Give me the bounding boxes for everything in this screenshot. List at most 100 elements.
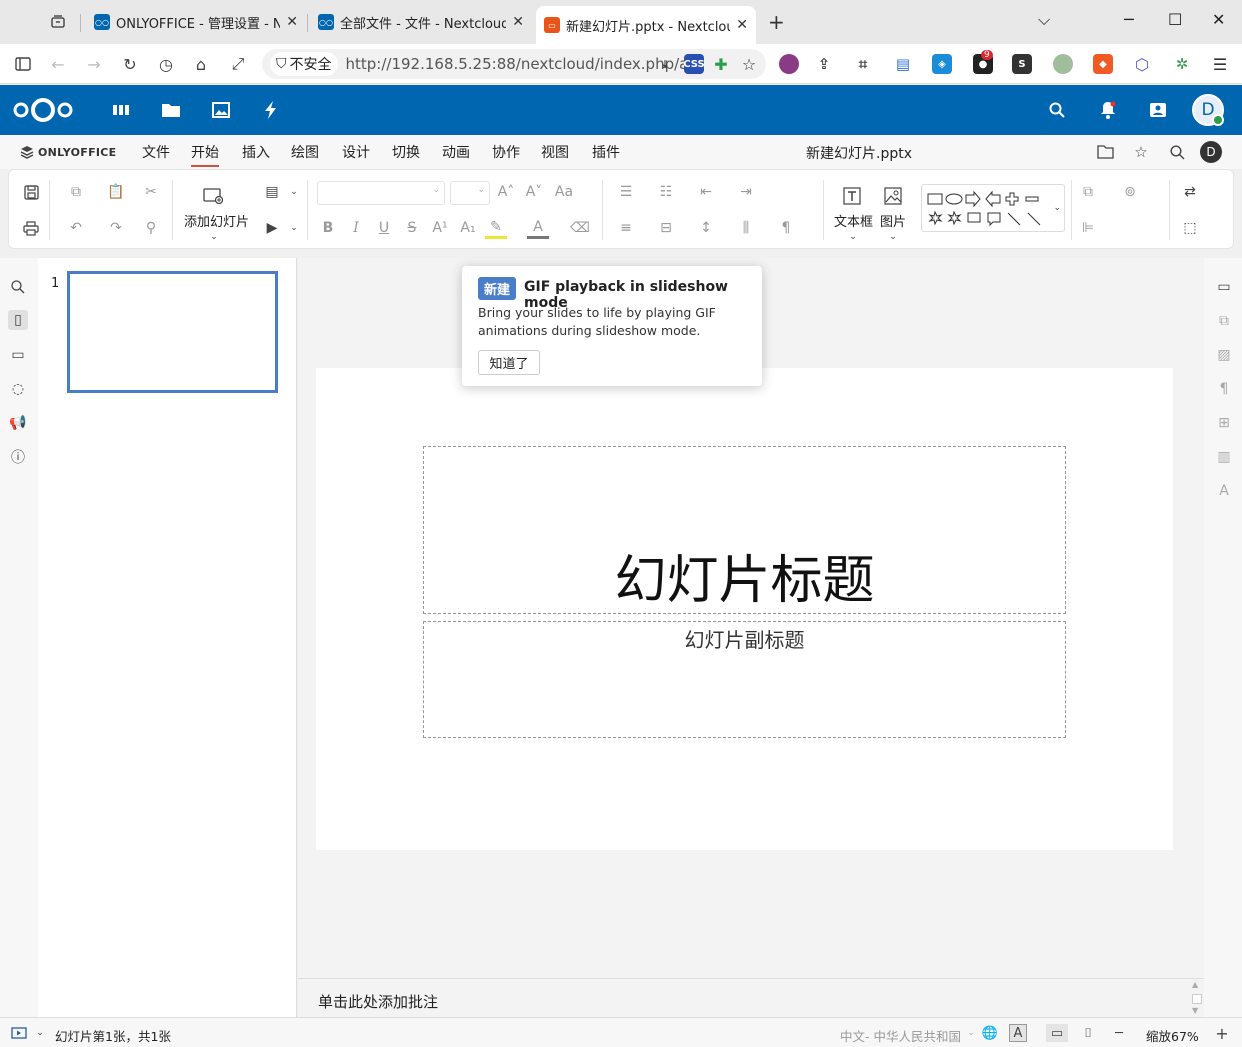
fit-slide-icon[interactable]: ▭ [1046, 1024, 1068, 1042]
about-icon[interactable]: ⓘ [8, 447, 28, 467]
subscript-icon[interactable]: A₁ [457, 217, 479, 239]
save-icon[interactable] [20, 181, 42, 203]
italic-icon[interactable]: I [345, 217, 367, 239]
bullets-icon[interactable]: ☰ [615, 181, 637, 203]
color-extension-icon[interactable] [779, 54, 799, 74]
download-icon[interactable]: ⤓ [655, 54, 675, 74]
add-slide-icon[interactable] [202, 185, 224, 207]
menu-plugins[interactable]: 插件 [592, 142, 620, 162]
slides-panel-icon[interactable]: ▯ [8, 310, 28, 330]
zoom-out-icon[interactable]: ─ [1110, 1024, 1128, 1042]
back-icon[interactable]: ← [47, 53, 69, 75]
favorite-star-icon[interactable]: ☆ [1131, 142, 1151, 162]
increase-indent-icon[interactable]: ⇥ [735, 181, 757, 203]
decrease-indent-icon[interactable]: ⇤ [695, 181, 717, 203]
shield-extension-icon[interactable]: ◈ [932, 54, 952, 74]
notes-scrollbar[interactable]: ▲ ▼ [1190, 978, 1204, 1017]
open-location-icon[interactable] [1095, 142, 1115, 162]
change-case-icon[interactable]: Aa [553, 181, 575, 203]
font-size-select[interactable]: ⌄ [450, 181, 490, 205]
minimize-icon[interactable]: ─ [1124, 10, 1134, 29]
close-tab-icon[interactable]: ✕ [512, 14, 524, 30]
contacts-icon[interactable] [1147, 99, 1169, 121]
align-left-icon[interactable]: ≡ [615, 217, 637, 239]
numbering-icon[interactable]: ☷ [655, 181, 677, 203]
add-slide-dropdown-icon[interactable]: ⌄ [203, 226, 225, 248]
paragraph-settings-icon[interactable]: ¶ [1214, 379, 1234, 399]
spellcheck-icon[interactable]: A [1009, 1024, 1027, 1042]
menu-design[interactable]: 设计 [342, 142, 370, 162]
shapes-more-icon[interactable]: ⌄ [1053, 203, 1061, 213]
text-direction-icon[interactable]: ¶ [775, 217, 797, 239]
start-slideshow-icon[interactable] [10, 1024, 28, 1042]
layout-icon[interactable]: ▤ [261, 181, 283, 203]
title-placeholder[interactable]: 幻灯片标题 [423, 446, 1066, 614]
security-indicator[interactable]: ⛉ 不安全 [270, 52, 338, 76]
menu-draw[interactable]: 绘图 [291, 142, 319, 162]
slideshow-icon[interactable]: ▶ [261, 217, 283, 239]
browser-tab-all-files[interactable]: ○○ 全部文件 - 文件 - Nextcloud ✕ [310, 6, 532, 38]
crop-extension-icon[interactable]: ⌗ [853, 54, 873, 74]
close-window-icon[interactable]: ✕ [1212, 10, 1225, 29]
css-extension-icon[interactable]: CSS [683, 54, 705, 74]
files-icon[interactable] [160, 99, 182, 121]
menu-file[interactable]: 文件 [142, 142, 170, 162]
puzzle-icon[interactable]: ✚ [711, 54, 731, 74]
browser-tab-onlyoffice-settings[interactable]: ○○ ONLYOFFICE - 管理设置 - Nex ✕ [86, 6, 306, 38]
photos-icon[interactable] [210, 99, 232, 121]
strikethrough-icon[interactable]: S [401, 217, 423, 239]
shapes-gallery[interactable]: ⌄ [921, 184, 1065, 232]
language-dropdown-icon[interactable]: ⌄ [962, 1024, 980, 1042]
new-tab-icon[interactable]: + [768, 10, 785, 34]
editor-user-avatar[interactable]: D [1200, 141, 1222, 163]
slide-thumbnail[interactable] [67, 271, 278, 393]
cut-icon[interactable]: ✂ [140, 181, 162, 203]
align-shape-icon[interactable]: ⊫ [1077, 217, 1099, 239]
sidebar-search-icon[interactable] [8, 277, 28, 297]
got-it-button[interactable]: 知道了 [478, 350, 540, 375]
menu-icon[interactable]: ☰ [1210, 54, 1230, 74]
group-icon[interactable]: ⊚ [1119, 181, 1141, 203]
copy-icon[interactable]: ⧉ [65, 181, 87, 203]
share-extension-icon[interactable]: ⇪ [814, 54, 834, 74]
increase-font-icon[interactable]: A˄ [495, 181, 517, 203]
font-name-select[interactable]: ⌄ [317, 181, 445, 205]
shape-settings-icon[interactable]: ⧉ [1214, 311, 1234, 331]
doc-search-icon[interactable] [1167, 142, 1187, 162]
image-settings-icon[interactable]: ▨ [1214, 345, 1234, 365]
sidebar-toggle-icon[interactable] [12, 53, 34, 75]
menu-insert[interactable]: 插入 [242, 142, 270, 162]
forward-icon[interactable]: → [83, 53, 105, 75]
textart-settings-icon[interactable]: A [1214, 481, 1234, 501]
bold-icon[interactable]: B [317, 217, 339, 239]
textbox-icon[interactable] [841, 185, 863, 207]
highlight-color-icon[interactable]: ✎ [485, 217, 507, 239]
columns-icon[interactable]: ⫼ [735, 217, 757, 239]
menu-animation[interactable]: 动画 [442, 142, 470, 162]
reload-icon[interactable]: ↻ [119, 53, 141, 75]
replace-icon[interactable]: ⇄ [1179, 181, 1201, 203]
chat-icon[interactable]: ◌ [8, 379, 28, 399]
nextcloud-logo-icon[interactable] [12, 97, 74, 127]
notes-area[interactable]: 单击此处添加批注 [298, 978, 1204, 1017]
tab-dropdown-icon[interactable]: ⌵ [1038, 10, 1050, 30]
s-extension-icon[interactable]: S [1012, 54, 1032, 74]
activity-icon[interactable] [260, 99, 282, 121]
slide-settings-icon[interactable]: ▭ [1214, 277, 1234, 297]
language-label[interactable]: 中文- 中华人民共和国 [840, 1026, 961, 1045]
redo-icon[interactable]: ↷ [105, 217, 127, 239]
menu-view[interactable]: 视图 [541, 142, 569, 162]
clear-style-icon[interactable]: ⌫ [569, 217, 591, 239]
underline-icon[interactable]: U [373, 217, 395, 239]
textbox-dropdown-icon[interactable]: ⌄ [842, 226, 864, 248]
resize-icon[interactable]: ⤢ [227, 53, 249, 75]
comments-icon[interactable]: ▭ [8, 345, 28, 365]
slideshow-dropdown-icon[interactable]: ⌄ [283, 217, 305, 239]
bookmark-star-icon[interactable]: ☆ [739, 54, 759, 74]
history-icon[interactable]: ◷ [155, 53, 177, 75]
copy-style-icon[interactable]: ⚲ [140, 217, 162, 239]
select-all-icon[interactable]: ⬚ [1179, 217, 1201, 239]
print-icon[interactable] [20, 217, 42, 239]
close-tab-icon[interactable]: ✕ [286, 14, 298, 30]
menu-transitions[interactable]: 切换 [392, 142, 420, 162]
